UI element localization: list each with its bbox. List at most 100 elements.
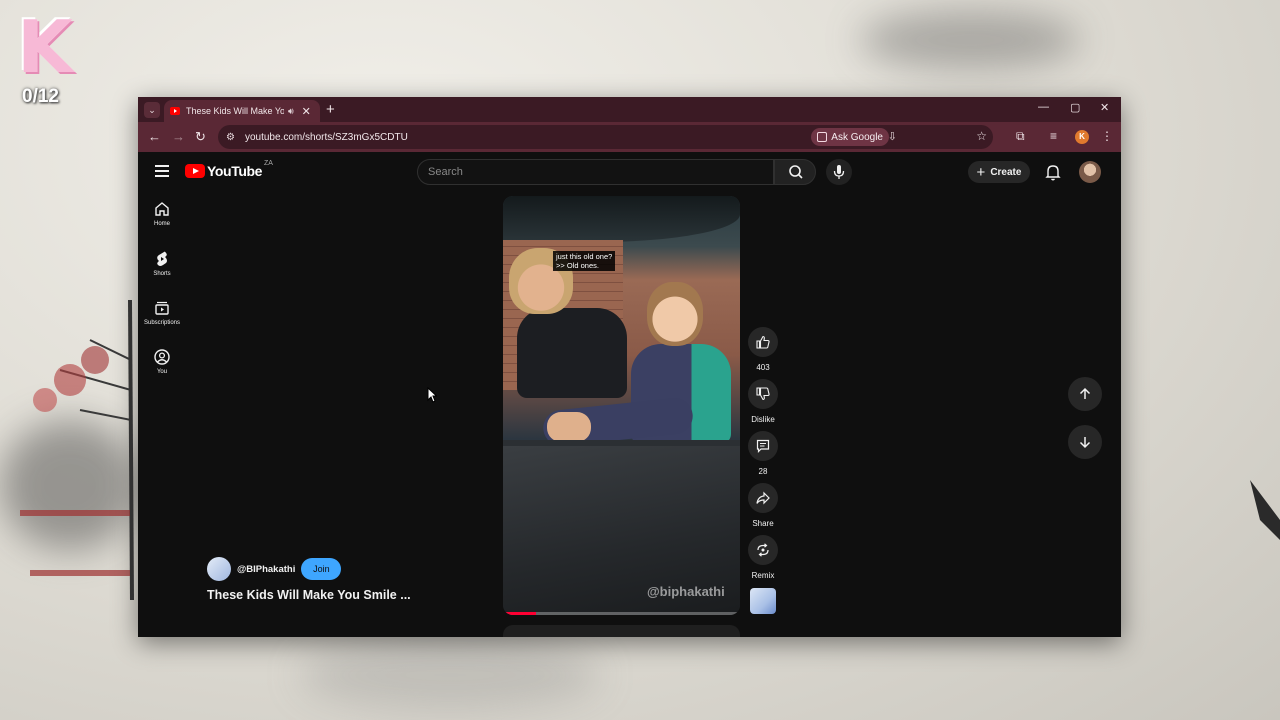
like-button[interactable]: 403 — [747, 327, 779, 372]
notifications-button[interactable] — [1043, 162, 1063, 187]
comments-button[interactable]: 28 — [747, 431, 779, 476]
browser-window: ⌄ These Kids Will Make You Smile 🔊︎ ✕ + … — [138, 97, 1121, 637]
media-controls-icon[interactable]: ≡ — [1050, 129, 1057, 143]
previous-short-button[interactable] — [1068, 377, 1102, 411]
sidebar-item-home[interactable]: Home — [138, 200, 186, 227]
channel-avatar[interactable] — [207, 557, 231, 581]
youtube-page: YouTube ZA Search + Create Home Shorts S… — [138, 152, 1121, 637]
search-input[interactable]: Search — [417, 159, 774, 185]
comment-count: 28 — [758, 467, 768, 476]
comment-icon — [756, 439, 770, 453]
video-caption: just this old one? >> Old ones. — [553, 251, 616, 271]
create-label: Create — [990, 166, 1022, 178]
progress-counter: 0/12 — [22, 86, 59, 107]
forward-button[interactable]: → — [172, 129, 185, 144]
browser-tab[interactable]: These Kids Will Make You Smile 🔊︎ ✕ — [164, 100, 320, 122]
channel-info: @BIPhakathi Join — [207, 557, 342, 581]
tab-close-icon[interactable]: ✕ — [302, 105, 311, 118]
voice-search-button[interactable] — [826, 159, 852, 185]
sidebar-item-label: Subscriptions — [143, 320, 181, 326]
dislike-label: Dislike — [751, 415, 775, 424]
youtube-play-icon — [185, 164, 205, 178]
lens-icon — [817, 132, 828, 142]
browser-profile-avatar[interactable]: K — [1075, 130, 1089, 144]
you-icon — [154, 349, 170, 365]
video-frame-person — [647, 282, 703, 346]
sidebar-item-subscriptions[interactable]: Subscriptions — [138, 299, 186, 326]
bookmark-star-icon[interactable]: ☆ — [976, 129, 987, 143]
video-frame-roof — [503, 196, 740, 242]
dislike-button[interactable]: Dislike — [747, 379, 779, 424]
bell-icon — [1045, 165, 1061, 181]
video-frame-person — [517, 308, 627, 398]
minimize-button[interactable]: — — [1038, 101, 1049, 113]
back-button[interactable]: ← — [148, 129, 161, 144]
join-button[interactable]: Join — [301, 558, 342, 580]
search-button[interactable] — [774, 159, 816, 185]
short-video-player[interactable]: just this old one? >> Old ones. @biphaka… — [503, 196, 740, 615]
plus-icon: + — [976, 163, 986, 181]
sidebar-item-shorts[interactable]: Shorts — [138, 250, 186, 277]
mouse-cursor-icon — [427, 387, 437, 403]
extensions-icon[interactable]: ⧉ — [1016, 129, 1025, 144]
reload-button[interactable]: ↻ — [195, 129, 206, 145]
next-short-button[interactable] — [1068, 425, 1102, 459]
maximize-button[interactable]: ▢ — [1070, 101, 1080, 114]
arrow-up-icon — [1079, 387, 1091, 399]
remix-label: Remix — [751, 571, 775, 580]
video-progress-fill — [503, 612, 537, 615]
like-count: 403 — [756, 363, 770, 372]
background-boat — [1250, 480, 1280, 540]
browser-menu-icon[interactable]: ⋮ — [1101, 129, 1113, 143]
address-bar[interactable]: ⚙ youtube.com/shorts/SZ3mGx5CDTU ⇩ Ask G… — [218, 125, 993, 149]
video-frame-hand — [547, 412, 591, 442]
arrow-down-icon — [1079, 437, 1091, 449]
microphone-icon — [833, 165, 845, 179]
sidebar-item-label: Shorts — [153, 271, 171, 277]
channel-name[interactable]: @BIPhakathi — [237, 564, 295, 575]
home-icon — [155, 202, 169, 216]
share-button[interactable]: Share — [747, 483, 779, 528]
remix-icon — [757, 543, 769, 557]
install-app-icon[interactable]: ⇩ — [888, 130, 897, 143]
caption-line: just this old one? — [556, 252, 613, 261]
sound-thumbnail[interactable] — [750, 588, 776, 614]
next-short-preview[interactable] — [503, 625, 740, 637]
sidebar-item-label: You — [156, 369, 168, 375]
thumbs-up-icon — [756, 335, 770, 349]
shorts-icon — [157, 251, 167, 266]
menu-icon[interactable] — [155, 165, 169, 180]
youtube-favicon-icon — [170, 107, 180, 115]
sidebar-item-label: Home — [153, 221, 170, 227]
title-bar: ⌄ These Kids Will Make You Smile 🔊︎ ✕ + … — [138, 97, 1121, 122]
ask-google-label: Ask Google — [831, 131, 883, 143]
account-avatar[interactable] — [1079, 161, 1101, 183]
video-progress-bar[interactable] — [503, 612, 740, 615]
url-text[interactable]: youtube.com/shorts/SZ3mGx5CDTU — [245, 132, 408, 143]
caption-line: >> Old ones. — [556, 261, 599, 270]
background-mist — [300, 640, 600, 710]
thumbs-down-icon — [756, 387, 770, 401]
share-icon — [756, 491, 770, 505]
country-code: ZA — [264, 159, 273, 167]
speaker-icon[interactable]: 🔊︎ — [288, 106, 294, 117]
browser-toolbar: ← → ↻ ⚙ youtube.com/shorts/SZ3mGx5CDTU ⇩… — [138, 122, 1121, 152]
site-info-icon[interactable]: ⚙ — [226, 132, 235, 143]
video-watermark: @biphakathi — [647, 584, 725, 599]
youtube-logo[interactable]: YouTube ZA — [185, 159, 273, 179]
create-button[interactable]: + Create — [968, 161, 1030, 183]
close-window-button[interactable]: ✕ — [1100, 101, 1109, 114]
short-title[interactable]: These Kids Will Make You Smile ... — [207, 588, 411, 602]
k-logo: K — [17, 5, 73, 89]
sidebar-item-you[interactable]: You — [138, 348, 186, 375]
youtube-wordmark: YouTube — [207, 163, 263, 179]
tab-search-button[interactable]: ⌄ — [144, 102, 160, 118]
share-label: Share — [752, 519, 774, 528]
search-icon — [789, 165, 803, 179]
tab-title: These Kids Will Make You Smile — [186, 106, 284, 116]
subscriptions-icon — [155, 301, 169, 315]
ask-google-button[interactable]: Ask Google — [811, 128, 889, 146]
new-tab-button[interactable]: + — [326, 101, 335, 118]
background-tree-left — [20, 300, 134, 600]
remix-button[interactable]: Remix — [747, 535, 779, 580]
